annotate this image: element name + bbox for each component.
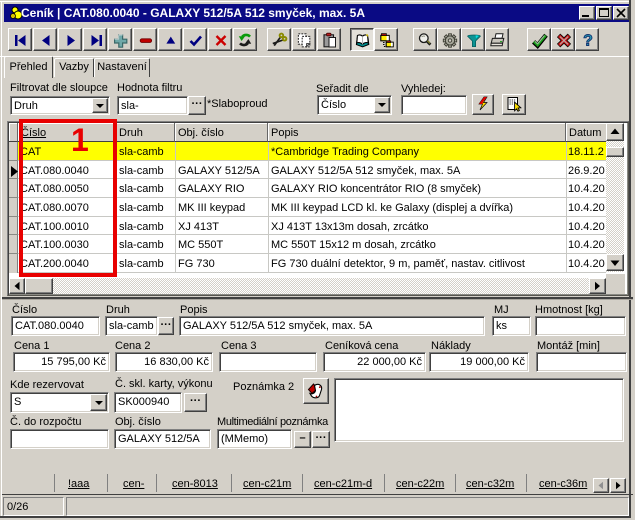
svg-text:?: ? [583,33,593,50]
